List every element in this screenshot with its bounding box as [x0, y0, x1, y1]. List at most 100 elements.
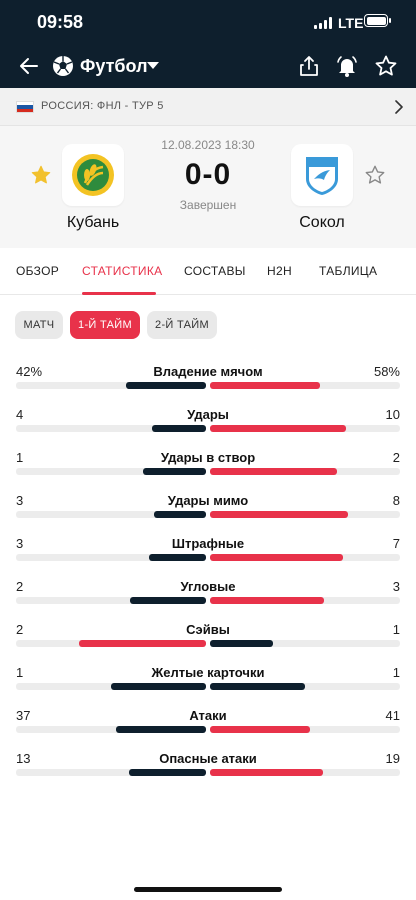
stat-home-bar	[130, 597, 206, 604]
signal-icon	[314, 17, 334, 29]
stat-home-bar	[116, 726, 206, 733]
tab-overview[interactable]: ОБЗОР	[16, 264, 59, 278]
stat-away-track	[210, 640, 400, 647]
stat-home-track	[16, 511, 206, 518]
stat-home-value: 3	[16, 536, 24, 551]
stat-row: 4 Удары 10	[0, 399, 416, 442]
match-header: Кубань Сокол 12.08.2023 18:30 0-0 Заверш…	[0, 126, 416, 248]
stat-away-bar	[210, 425, 346, 432]
stat-home-bar	[79, 640, 206, 647]
tab-statistics[interactable]: СТАТИСТИКА	[82, 264, 162, 278]
stat-home-value: 1	[16, 665, 24, 680]
stat-home-track	[16, 726, 206, 733]
stat-away-bar	[210, 382, 320, 389]
stat-name: Опасные атаки	[159, 751, 257, 766]
stat-home-value: 2	[16, 579, 24, 594]
stat-home-bar	[126, 382, 206, 389]
nav-bar: Футбол	[0, 44, 416, 88]
tab-standings[interactable]: ТАБЛИЦА	[319, 264, 377, 278]
stat-away-track	[210, 726, 400, 733]
stat-name: Желтые карточки	[151, 665, 265, 680]
stat-away-bar	[210, 640, 273, 647]
stat-home-track	[16, 597, 206, 604]
stat-away-track	[210, 468, 400, 475]
active-tab-indicator	[82, 292, 156, 295]
home-favorite-star-icon[interactable]	[30, 164, 52, 186]
stat-home-value: 2	[16, 622, 24, 637]
stat-row: 37 Атаки 41	[0, 700, 416, 743]
stat-home-value: 1	[16, 450, 24, 465]
stat-away-bar	[210, 597, 324, 604]
stat-name: Удары мимо	[167, 493, 249, 508]
stat-away-track	[210, 683, 400, 690]
network-type: LTE	[338, 15, 364, 31]
stat-home-value: 42%	[16, 364, 43, 379]
share-icon[interactable]	[297, 54, 321, 78]
stat-name: Сэйвы	[186, 622, 230, 637]
stat-row: 3 Удары мимо 8	[0, 485, 416, 528]
russia-flag-icon	[16, 101, 34, 113]
stat-home-value: 3	[16, 493, 24, 508]
stat-home-bar	[149, 554, 206, 561]
stat-row: 2 Угловые 3	[0, 571, 416, 614]
stat-away-bar	[210, 511, 348, 518]
tab-h2h[interactable]: H2H	[267, 264, 292, 278]
stat-away-value: 1	[392, 665, 400, 680]
league-bar[interactable]: РОССИЯ: ФНЛ - ТУР 5	[0, 88, 416, 126]
stat-away-value: 19	[385, 751, 400, 766]
stat-away-bar	[210, 468, 337, 475]
favorite-star-icon[interactable]	[374, 54, 398, 78]
stat-away-value: 8	[392, 493, 400, 508]
stat-home-bar	[152, 425, 206, 432]
away-favorite-star-icon[interactable]	[364, 164, 386, 186]
stat-home-bar	[143, 468, 206, 475]
stat-home-track	[16, 683, 206, 690]
stat-away-value: 3	[392, 579, 400, 594]
stat-home-bar	[154, 511, 206, 518]
stat-away-value: 58%	[373, 364, 400, 379]
stat-away-value: 2	[392, 450, 400, 465]
status-bar: 09:58 LTE	[0, 0, 416, 44]
stat-away-track	[210, 511, 400, 518]
stat-away-value: 10	[385, 407, 400, 422]
stat-away-value: 7	[392, 536, 400, 551]
stat-home-value: 37	[16, 708, 31, 723]
league-name: РОССИЯ: ФНЛ - ТУР 5	[41, 100, 164, 112]
chevron-right-icon[interactable]	[392, 100, 406, 114]
stat-home-value: 4	[16, 407, 24, 422]
stat-name: Атаки	[189, 708, 227, 723]
stat-away-bar	[210, 554, 343, 561]
battery-icon	[364, 14, 391, 27]
stat-home-track	[16, 382, 206, 389]
match-score: 0-0	[184, 158, 232, 191]
stat-away-value: 41	[385, 708, 400, 723]
chevron-down-icon[interactable]	[147, 62, 159, 69]
stat-row: 3 Штрафные 7	[0, 528, 416, 571]
match-status: Завершен	[179, 198, 237, 212]
stat-home-value: 13	[16, 751, 31, 766]
stat-away-bar	[210, 726, 310, 733]
stat-row: 1 Желтые карточки 1	[0, 657, 416, 700]
home-team-name[interactable]: Кубань	[33, 214, 153, 232]
stat-away-bar	[210, 683, 305, 690]
stat-name: Удары в створ	[160, 450, 256, 465]
away-team-name[interactable]: Сокол	[262, 214, 382, 232]
stat-row: 13 Опасные атаки 19	[0, 743, 416, 786]
home-indicator	[134, 887, 282, 892]
football-icon[interactable]	[51, 54, 75, 78]
period-match-chip[interactable]: МАТЧ	[15, 311, 63, 339]
stat-home-track	[16, 468, 206, 475]
period-first-half-chip[interactable]: 1-Й ТАЙМ	[70, 311, 140, 339]
back-arrow-icon[interactable]	[17, 54, 41, 78]
tab-lineups[interactable]: СОСТАВЫ	[184, 264, 246, 278]
stat-name: Штрафные	[171, 536, 245, 551]
period-second-half-chip[interactable]: 2-Й ТАЙМ	[147, 311, 217, 339]
stat-row: 2 Сэйвы 1	[0, 614, 416, 657]
stat-name: Владение мячом	[153, 364, 263, 379]
stat-home-track	[16, 640, 206, 647]
sport-selector[interactable]: Футбол	[80, 56, 148, 77]
notification-bell-icon[interactable]	[335, 54, 359, 78]
stat-row: 1 Удары в створ 2	[0, 442, 416, 485]
stat-row: 42% Владение мячом 58%	[0, 356, 416, 399]
stat-away-bar	[210, 769, 323, 776]
